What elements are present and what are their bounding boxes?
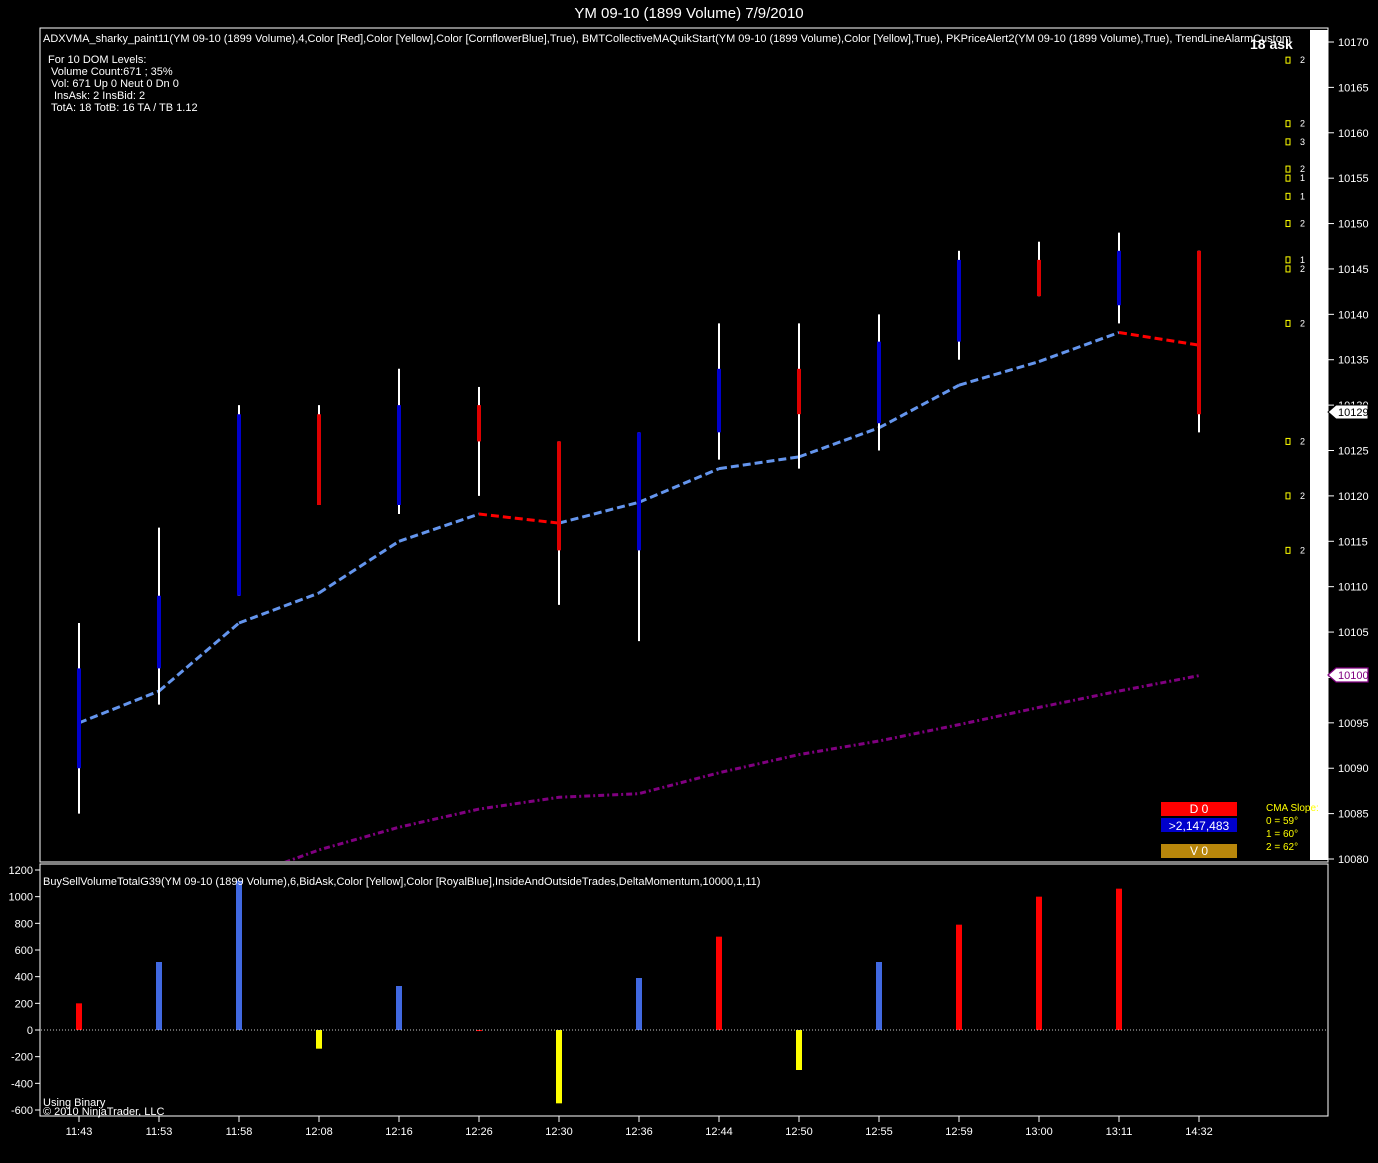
time-tick-label: 12:59 bbox=[945, 1126, 973, 1138]
volume-tick-label: -200 bbox=[11, 1052, 33, 1064]
volume-bar bbox=[156, 962, 162, 1030]
info-line-inside: InsAsk: 2 InsBid: 2 bbox=[54, 90, 145, 102]
price-tick-label: 10095 bbox=[1338, 718, 1369, 730]
time-tick-label: 12:44 bbox=[705, 1126, 733, 1138]
info-line-volume-count: Volume Count:671 ; 35% bbox=[51, 66, 173, 78]
cma-line-2: 2 = 62° bbox=[1266, 842, 1298, 853]
price-panel-frame bbox=[39, 27, 1329, 863]
info-line-totals: TotA: 18 TotB: 16 TA / TB 1.12 bbox=[51, 102, 198, 114]
time-tick-label: 11:58 bbox=[226, 1126, 253, 1138]
time-tick-label: 12:26 bbox=[465, 1126, 493, 1138]
dom-level-size: 2 bbox=[1300, 436, 1305, 446]
time-tick-label: 11:53 bbox=[146, 1126, 173, 1138]
volume-tick-label: 200 bbox=[15, 998, 33, 1010]
volume-tick-label: 400 bbox=[15, 972, 33, 984]
time-tick-label: 12:36 bbox=[625, 1126, 653, 1138]
delta-box-label: D 0 bbox=[1190, 802, 1209, 816]
dom-level-size: 2 bbox=[1300, 119, 1305, 129]
volume-bar bbox=[1036, 896, 1042, 1030]
price-tick-label: 10090 bbox=[1338, 763, 1369, 775]
price-indicator-label: ADXVMA_sharky_paint11(YM 09-10 (1899 Vol… bbox=[43, 33, 1291, 45]
dom-level-size: 2 bbox=[1300, 545, 1305, 555]
volume-tick-label: -400 bbox=[11, 1078, 33, 1090]
price-tick-label: 10120 bbox=[1338, 491, 1369, 503]
price-tick-label: 10110 bbox=[1338, 582, 1368, 594]
dom-level-size: 2 bbox=[1300, 491, 1305, 501]
time-tick-label: 11:43 bbox=[66, 1126, 93, 1138]
price-tick-label: 10080 bbox=[1338, 854, 1369, 866]
price-axis-strip bbox=[1310, 30, 1328, 860]
price-tick-label: 10145 bbox=[1338, 264, 1369, 276]
volume-box-label: >2,147,483 bbox=[1169, 819, 1230, 833]
cma-title: CMA Slope: bbox=[1266, 803, 1319, 814]
volume-tick-label: 1000 bbox=[9, 892, 33, 904]
time-tick-label: 14:32 bbox=[1185, 1126, 1213, 1138]
volume-tick-label: 800 bbox=[15, 918, 33, 930]
alert-price-tag: 10100 bbox=[1327, 667, 1369, 683]
price-tick-label: 10165 bbox=[1338, 82, 1369, 94]
price-tick-label: 10160 bbox=[1338, 128, 1369, 140]
time-tick-label: 12:30 bbox=[545, 1126, 573, 1138]
dom-level-size: 2 bbox=[1300, 318, 1305, 328]
dom-level-size: 2 bbox=[1300, 55, 1305, 65]
cma-line-0: 0 = 59° bbox=[1266, 816, 1298, 827]
volume-tick-label: -600 bbox=[11, 1105, 33, 1117]
price-tick-label: 10150 bbox=[1338, 219, 1369, 231]
dom-level-size: 1 bbox=[1300, 191, 1305, 201]
footer-copyright: © 2010 NinjaTrader, LLC bbox=[43, 1106, 164, 1118]
time-tick-label: 13:00 bbox=[1025, 1126, 1053, 1138]
current-price-tag: 10129 bbox=[1327, 404, 1369, 420]
volume-tick-label: 0 bbox=[27, 1025, 33, 1037]
price-tick-label: 10125 bbox=[1338, 446, 1369, 458]
info-line-vol: Vol: 671 Up 0 Neut 0 Dn 0 bbox=[51, 78, 179, 90]
cma-line-1: 1 = 60° bbox=[1266, 829, 1298, 840]
volume-bar bbox=[396, 986, 402, 1030]
time-tick-label: 12:08 bbox=[305, 1126, 333, 1138]
time-tick-label: 12:50 bbox=[785, 1126, 813, 1138]
price-tick-label: 10115 bbox=[1338, 536, 1368, 548]
volume-indicator-label: BuySellVolumeTotalG39(YM 09-10 (1899 Vol… bbox=[43, 876, 760, 888]
volume-tick-label: 1200 bbox=[9, 865, 33, 877]
volume-bar bbox=[956, 924, 962, 1030]
dom-level-size: 1 bbox=[1300, 173, 1305, 183]
svg-text:10100: 10100 bbox=[1338, 670, 1369, 682]
time-tick-label: 13:11 bbox=[1106, 1126, 1133, 1138]
volume-bar bbox=[76, 1003, 82, 1030]
svg-text:10129: 10129 bbox=[1338, 407, 1369, 419]
chart-canvas[interactable]: 10080 10085 10090 10095 10100 10105 10110 10115… bbox=[0, 0, 1378, 1163]
price-tick-label: 10135 bbox=[1338, 355, 1369, 367]
volume-bar bbox=[1116, 888, 1122, 1030]
volume-axis: 1200 1000 800 600 400 200 0 -200 -400 -600 bbox=[9, 865, 40, 1117]
price-tick-label: 10085 bbox=[1338, 809, 1369, 821]
volume-bar bbox=[716, 936, 722, 1030]
v-box-label: V 0 bbox=[1190, 844, 1208, 858]
dom-level-size: 3 bbox=[1300, 137, 1305, 147]
price-tick-label: 10105 bbox=[1338, 627, 1369, 639]
volume-bar bbox=[316, 1030, 322, 1049]
dom-level-size: 2 bbox=[1300, 264, 1305, 274]
volume-panel-frame bbox=[39, 863, 1329, 1117]
time-tick-label: 12:16 bbox=[385, 1126, 413, 1138]
ask-label: 18 ask bbox=[1250, 36, 1293, 52]
volume-tick-label: 600 bbox=[15, 945, 33, 957]
time-tick-label: 12:55 bbox=[865, 1126, 893, 1138]
volume-bar bbox=[796, 1030, 802, 1070]
info-line-dom: For 10 DOM Levels: bbox=[48, 54, 146, 66]
price-axis: 10080 10085 10090 10095 10100 10105 10110 10115… bbox=[1328, 37, 1369, 866]
price-tick-label: 10140 bbox=[1338, 309, 1369, 321]
volume-bar bbox=[556, 1030, 562, 1104]
volume-bar bbox=[636, 978, 642, 1030]
time-axis: 11:43 11:53 11:58 12:08 12:16 12:26 12:30 12:36… bbox=[66, 1116, 1213, 1138]
volume-bar bbox=[236, 880, 242, 1030]
price-tick-label: 10170 bbox=[1338, 37, 1369, 49]
dom-level-size: 2 bbox=[1300, 219, 1305, 229]
volume-bar bbox=[876, 962, 882, 1030]
price-tick-label: 10155 bbox=[1338, 173, 1369, 185]
